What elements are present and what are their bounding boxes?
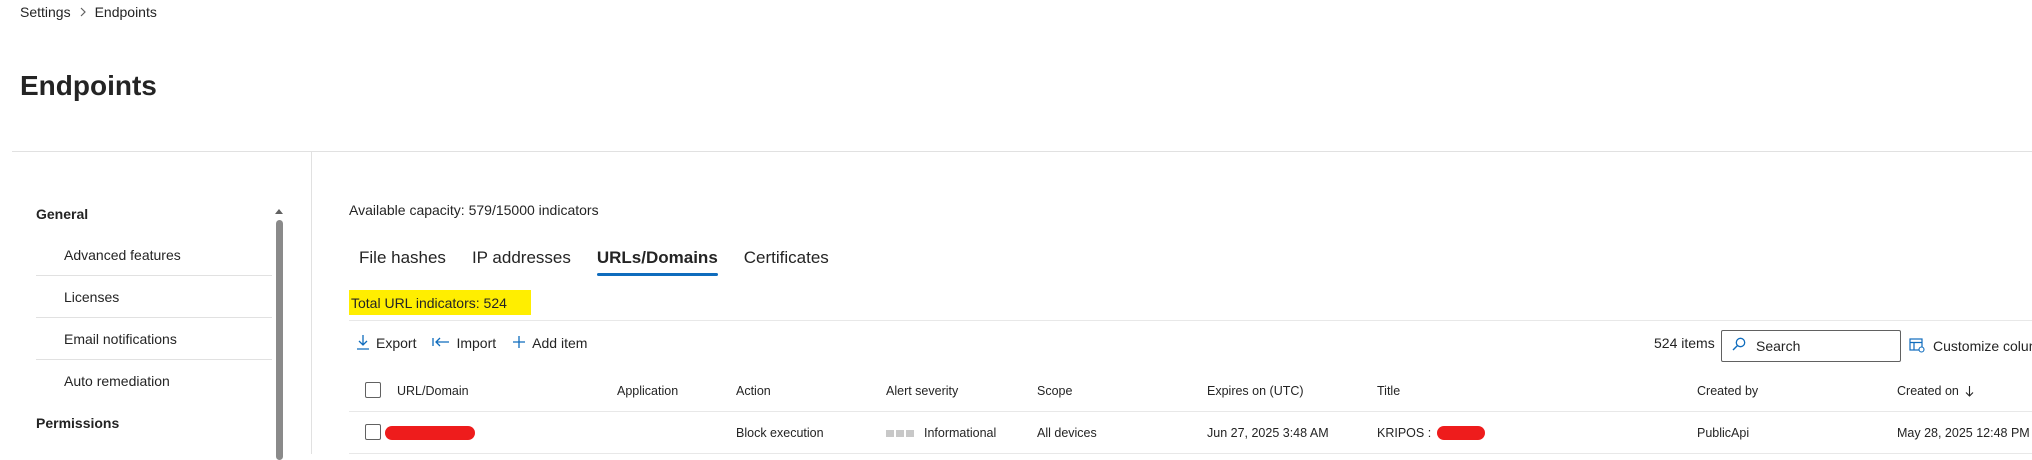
column-header-scope[interactable]: Scope [1037, 370, 1072, 412]
arrow-import-icon [432, 335, 456, 351]
column-header-created-on-label: Created on [1897, 384, 1959, 398]
redacted-url [385, 426, 475, 440]
search-input[interactable] [1754, 337, 1894, 355]
column-header-url-domain[interactable]: URL/Domain [397, 370, 469, 412]
column-header-title[interactable]: Title [1377, 370, 1400, 412]
column-header-created-by[interactable]: Created by [1697, 370, 1758, 412]
cell-created-on: May 28, 2025 12:48 PM [1897, 426, 2030, 440]
sidebar-item-auto-remediation[interactable]: Auto remediation [36, 360, 272, 402]
arrow-download-icon [356, 334, 376, 353]
title-text: KRIPOS : [1377, 426, 1435, 440]
cell-created-by: PublicApi [1697, 426, 1750, 440]
table-settings-icon [1909, 337, 1933, 356]
breadcrumb-settings[interactable]: Settings [20, 4, 71, 20]
severity-indicator [886, 429, 916, 437]
toolbar: Export Import Add item [356, 329, 603, 357]
tab-file-hashes[interactable]: File hashes [349, 240, 456, 276]
select-all-checkbox[interactable] [365, 382, 381, 398]
customize-columns-label: Customize columns [1933, 338, 2032, 354]
column-header-alert-severity[interactable]: Alert severity [886, 370, 958, 412]
import-button[interactable]: Import [432, 335, 496, 351]
cell-title: KRIPOS : [1377, 412, 1485, 454]
header-divider [12, 151, 2032, 152]
column-header-created-on[interactable]: Created on [1897, 370, 1974, 412]
total-url-indicators: Total URL indicators: 524 [349, 290, 531, 315]
tab-urls-domains[interactable]: URLs/Domains [587, 240, 728, 276]
search-icon [1732, 337, 1746, 356]
sidebar-group-permissions[interactable]: Permissions [36, 415, 119, 431]
cell-action: Block execution [736, 426, 824, 440]
chevron-right-icon [79, 7, 87, 17]
cell-url-domain [385, 412, 475, 454]
cell-expires-on: Jun 27, 2025 3:48 AM [1207, 426, 1329, 440]
cell-scope: All devices [1037, 426, 1097, 440]
caret-up-icon[interactable] [274, 202, 284, 214]
column-header-action[interactable]: Action [736, 370, 771, 412]
indicators-table: URL/Domain Application Action Alert seve… [349, 370, 2032, 454]
breadcrumb-endpoints: Endpoints [94, 4, 157, 20]
add-item-label: Add item [532, 335, 588, 351]
sidebar-item-email-notifications[interactable]: Email notifications [36, 318, 272, 360]
row-checkbox[interactable] [365, 424, 381, 440]
cell-alert-severity: Informational [886, 412, 996, 454]
add-item-button[interactable]: Add item [512, 335, 587, 352]
indicator-tabs: File hashes IP addresses URLs/Domains Ce… [349, 240, 845, 276]
tab-certificates[interactable]: Certificates [734, 240, 839, 276]
sidebar-item-licenses[interactable]: Licenses [36, 276, 272, 318]
available-capacity: Available capacity: 579/15000 indicators [349, 202, 599, 218]
tab-ip-addresses[interactable]: IP addresses [462, 240, 581, 276]
arrow-down-icon [1965, 385, 1974, 397]
main-divider [349, 320, 2032, 321]
items-count: 524 items [1654, 335, 1715, 351]
sidebar-scrollbar-thumb[interactable] [276, 220, 283, 460]
table-row[interactable]: Block execution Informational All device… [349, 412, 2032, 454]
breadcrumb: Settings Endpoints [20, 2, 157, 22]
redacted-title [1436, 426, 1485, 440]
import-label: Import [456, 335, 497, 351]
page-title: Endpoints [20, 70, 157, 101]
table-header: URL/Domain Application Action Alert seve… [349, 370, 2032, 412]
column-header-application[interactable]: Application [617, 370, 678, 412]
severity-label: Informational [924, 426, 997, 440]
column-header-expires-on[interactable]: Expires on (UTC) [1207, 370, 1304, 412]
plus-icon [512, 335, 532, 352]
export-button[interactable]: Export [356, 334, 416, 353]
sidebar-group-general[interactable]: General [36, 206, 88, 222]
export-label: Export [376, 335, 417, 351]
customize-columns-button[interactable]: Customize columns [1909, 332, 2032, 360]
search-box[interactable] [1721, 330, 1901, 362]
sidebar-item-advanced-features[interactable]: Advanced features [36, 234, 272, 276]
